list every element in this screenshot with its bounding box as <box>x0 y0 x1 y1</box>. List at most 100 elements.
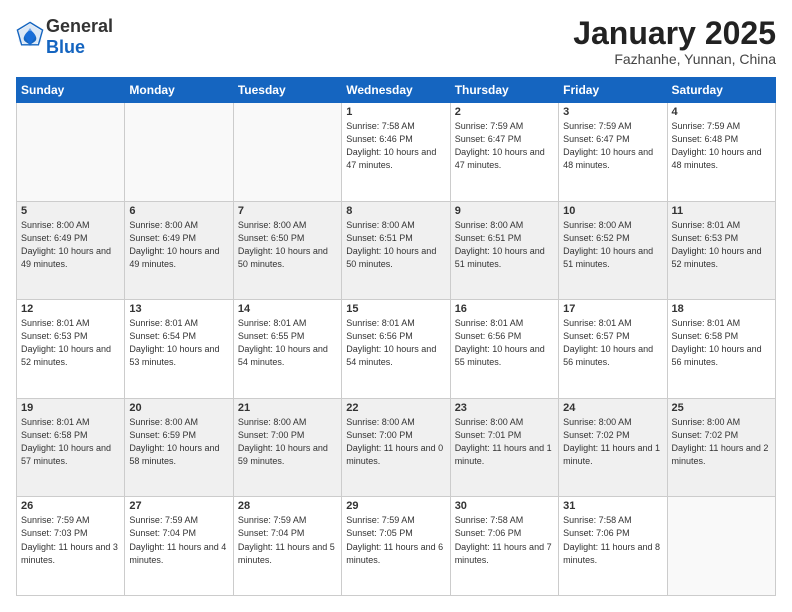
day-number: 31 <box>563 500 662 512</box>
logo-icon <box>16 21 44 49</box>
day-number: 24 <box>563 402 662 414</box>
location: Fazhanhe, Yunnan, China <box>573 51 776 67</box>
day-number: 29 <box>346 500 445 512</box>
day-info: Sunrise: 8:00 AM Sunset: 7:00 PM Dayligh… <box>238 416 337 468</box>
calendar-header-row: Sunday Monday Tuesday Wednesday Thursday… <box>17 78 776 103</box>
col-thursday: Thursday <box>450 78 558 103</box>
day-info: Sunrise: 8:00 AM Sunset: 6:52 PM Dayligh… <box>563 219 662 271</box>
table-row: 14 Sunrise: 8:01 AM Sunset: 6:55 PM Dayli… <box>233 300 341 399</box>
table-row <box>125 103 233 202</box>
table-row: 16 Sunrise: 8:01 AM Sunset: 6:56 PM Dayli… <box>450 300 558 399</box>
calendar-week-row: 12Sunrise: 8:01 AM Sunset: 6:53 PM Dayli… <box>17 300 776 399</box>
day-number: 22 <box>346 402 445 414</box>
day-number: 14 <box>238 303 337 315</box>
col-saturday: Saturday <box>667 78 775 103</box>
logo: General Blue <box>16 16 113 58</box>
day-number: 28 <box>238 500 337 512</box>
calendar-week-row: 5 Sunrise: 8:00 AM Sunset: 6:49 PM Daylig… <box>17 201 776 300</box>
table-row: 11Sunrise: 8:01 AM Sunset: 6:53 PM Dayli… <box>667 201 775 300</box>
table-row: 3 Sunrise: 7:59 AM Sunset: 6:47 PM Daylig… <box>559 103 667 202</box>
table-row: 10Sunrise: 8:00 AM Sunset: 6:52 PM Dayli… <box>559 201 667 300</box>
table-row: 22Sunrise: 8:00 AM Sunset: 7:00 PM Dayli… <box>342 398 450 497</box>
day-info: Sunrise: 8:01 AM Sunset: 6:54 PM Dayligh… <box>129 317 228 369</box>
table-row: 23 Sunrise: 8:00 AM Sunset: 7:01 PM Dayli… <box>450 398 558 497</box>
day-number: 6 <box>129 205 228 217</box>
day-number: 5 <box>21 205 120 217</box>
day-info: Sunrise: 7:59 AM Sunset: 7:03 PM Dayligh… <box>21 514 120 566</box>
table-row: 27 Sunrise: 7:59 AM Sunset: 7:04 PM Dayli… <box>125 497 233 596</box>
day-info: Sunrise: 8:00 AM Sunset: 6:51 PM Dayligh… <box>455 219 554 271</box>
table-row: 8 Sunrise: 8:00 AM Sunset: 6:51 PM Daylig… <box>342 201 450 300</box>
day-number: 3 <box>563 106 662 118</box>
logo-text: General Blue <box>46 16 113 58</box>
day-number: 21 <box>238 402 337 414</box>
table-row: 26Sunrise: 7:59 AM Sunset: 7:03 PM Dayli… <box>17 497 125 596</box>
day-info: Sunrise: 7:59 AM Sunset: 6:48 PM Dayligh… <box>672 120 771 172</box>
day-number: 27 <box>129 500 228 512</box>
table-row: 24Sunrise: 8:00 AM Sunset: 7:02 PM Dayli… <box>559 398 667 497</box>
table-row <box>17 103 125 202</box>
day-number: 9 <box>455 205 554 217</box>
day-number: 16 <box>455 303 554 315</box>
day-info: Sunrise: 8:01 AM Sunset: 6:58 PM Dayligh… <box>672 317 771 369</box>
day-number: 8 <box>346 205 445 217</box>
table-row: 7Sunrise: 8:00 AM Sunset: 6:50 PM Daylig… <box>233 201 341 300</box>
day-info: Sunrise: 8:01 AM Sunset: 6:58 PM Dayligh… <box>21 416 120 468</box>
table-row: 2 Sunrise: 7:59 AM Sunset: 6:47 PM Daylig… <box>450 103 558 202</box>
table-row <box>667 497 775 596</box>
table-row: 18Sunrise: 8:01 AM Sunset: 6:58 PM Dayli… <box>667 300 775 399</box>
table-row: 13Sunrise: 8:01 AM Sunset: 6:54 PM Dayli… <box>125 300 233 399</box>
day-info: Sunrise: 7:59 AM Sunset: 7:04 PM Dayligh… <box>238 514 337 566</box>
day-info: Sunrise: 8:00 AM Sunset: 7:02 PM Dayligh… <box>672 416 771 468</box>
day-info: Sunrise: 8:00 AM Sunset: 7:01 PM Dayligh… <box>455 416 554 468</box>
day-number: 11 <box>672 205 771 217</box>
table-row: 15 Sunrise: 8:01 AM Sunset: 6:56 PM Dayli… <box>342 300 450 399</box>
day-info: Sunrise: 8:01 AM Sunset: 6:57 PM Dayligh… <box>563 317 662 369</box>
day-info: Sunrise: 8:00 AM Sunset: 6:49 PM Dayligh… <box>21 219 120 271</box>
table-row: 17 Sunrise: 8:01 AM Sunset: 6:57 PM Dayli… <box>559 300 667 399</box>
table-row: 21 Sunrise: 8:00 AM Sunset: 7:00 PM Dayli… <box>233 398 341 497</box>
col-friday: Friday <box>559 78 667 103</box>
day-info: Sunrise: 7:58 AM Sunset: 7:06 PM Dayligh… <box>455 514 554 566</box>
day-number: 25 <box>672 402 771 414</box>
table-row: 25 Sunrise: 8:00 AM Sunset: 7:02 PM Dayli… <box>667 398 775 497</box>
table-row: 31Sunrise: 7:58 AM Sunset: 7:06 PM Dayli… <box>559 497 667 596</box>
table-row: 5 Sunrise: 8:00 AM Sunset: 6:49 PM Daylig… <box>17 201 125 300</box>
table-row: 20Sunrise: 8:00 AM Sunset: 6:59 PM Dayli… <box>125 398 233 497</box>
day-info: Sunrise: 7:59 AM Sunset: 7:04 PM Dayligh… <box>129 514 228 566</box>
day-info: Sunrise: 8:01 AM Sunset: 6:55 PM Dayligh… <box>238 317 337 369</box>
day-number: 4 <box>672 106 771 118</box>
table-row: 4 Sunrise: 7:59 AM Sunset: 6:48 PM Daylig… <box>667 103 775 202</box>
col-monday: Monday <box>125 78 233 103</box>
calendar-week-row: 1Sunrise: 7:58 AM Sunset: 6:46 PM Daylig… <box>17 103 776 202</box>
calendar-week-row: 19 Sunrise: 8:01 AM Sunset: 6:58 PM Dayli… <box>17 398 776 497</box>
table-row: 12Sunrise: 8:01 AM Sunset: 6:53 PM Dayli… <box>17 300 125 399</box>
day-info: Sunrise: 8:01 AM Sunset: 6:56 PM Dayligh… <box>346 317 445 369</box>
table-row: 9 Sunrise: 8:00 AM Sunset: 6:51 PM Daylig… <box>450 201 558 300</box>
page: General Blue January 2025 Fazhanhe, Yunn… <box>0 0 792 612</box>
day-info: Sunrise: 8:00 AM Sunset: 6:51 PM Dayligh… <box>346 219 445 271</box>
day-number: 1 <box>346 106 445 118</box>
header: General Blue January 2025 Fazhanhe, Yunn… <box>16 16 776 67</box>
day-info: Sunrise: 8:01 AM Sunset: 6:56 PM Dayligh… <box>455 317 554 369</box>
day-number: 17 <box>563 303 662 315</box>
day-number: 2 <box>455 106 554 118</box>
month-title: January 2025 <box>573 16 776 51</box>
day-info: Sunrise: 7:59 AM Sunset: 6:47 PM Dayligh… <box>455 120 554 172</box>
title-block: January 2025 Fazhanhe, Yunnan, China <box>573 16 776 67</box>
day-number: 15 <box>346 303 445 315</box>
day-info: Sunrise: 8:00 AM Sunset: 6:49 PM Dayligh… <box>129 219 228 271</box>
day-info: Sunrise: 7:59 AM Sunset: 7:05 PM Dayligh… <box>346 514 445 566</box>
table-row <box>233 103 341 202</box>
day-number: 12 <box>21 303 120 315</box>
day-number: 23 <box>455 402 554 414</box>
table-row: 6 Sunrise: 8:00 AM Sunset: 6:49 PM Daylig… <box>125 201 233 300</box>
day-info: Sunrise: 7:59 AM Sunset: 6:47 PM Dayligh… <box>563 120 662 172</box>
day-number: 19 <box>21 402 120 414</box>
table-row: 1Sunrise: 7:58 AM Sunset: 6:46 PM Daylig… <box>342 103 450 202</box>
calendar-table: Sunday Monday Tuesday Wednesday Thursday… <box>16 77 776 596</box>
table-row: 30 Sunrise: 7:58 AM Sunset: 7:06 PM Dayli… <box>450 497 558 596</box>
col-wednesday: Wednesday <box>342 78 450 103</box>
day-number: 30 <box>455 500 554 512</box>
day-info: Sunrise: 8:00 AM Sunset: 6:59 PM Dayligh… <box>129 416 228 468</box>
